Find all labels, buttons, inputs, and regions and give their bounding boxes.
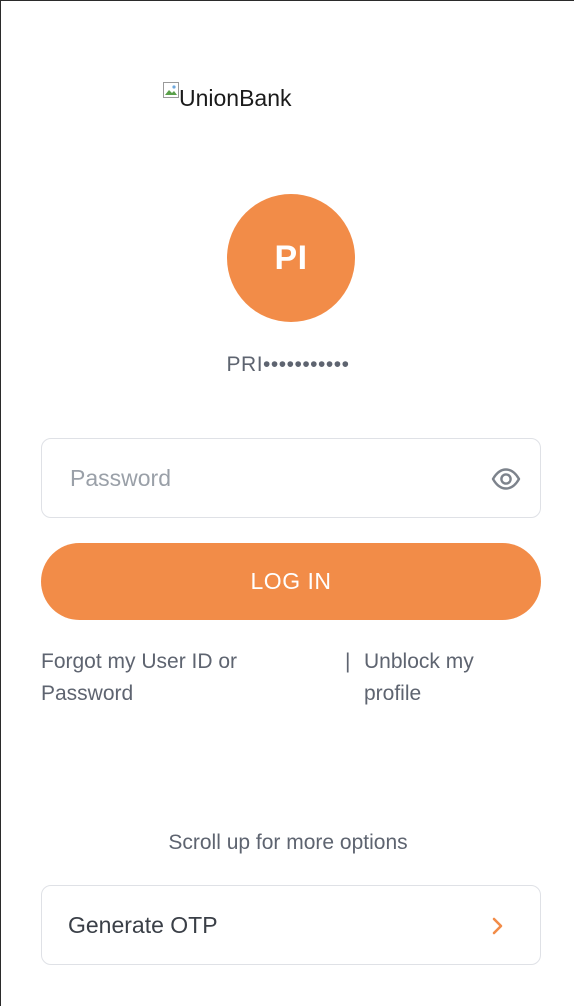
eye-icon[interactable] — [490, 463, 522, 495]
generate-otp-button[interactable]: Generate OTP — [41, 885, 541, 965]
chevron-right-icon — [492, 917, 503, 935]
forgot-user-id-password-link[interactable]: Forgot my User ID or Password — [41, 646, 301, 710]
password-field[interactable] — [41, 438, 541, 518]
link-separator: | — [345, 650, 351, 673]
logo-alt-text: UnionBank — [179, 85, 292, 111]
login-screen: UnionBank PI PRI••••••••••• LOG IN Forgo… — [0, 0, 574, 1006]
masked-user-id: PRI••••••••••• — [226, 353, 350, 376]
avatar-initials: PI — [274, 238, 308, 277]
unblock-profile-link[interactable]: Unblock my profile — [364, 646, 524, 710]
unionbank-logo: UnionBank — [163, 81, 292, 111]
scroll-hint: Scroll up for more options — [168, 831, 408, 854]
password-input[interactable] — [68, 463, 472, 493]
generate-otp-label: Generate OTP — [68, 911, 218, 938]
login-button[interactable]: LOG IN — [41, 543, 541, 620]
avatar: PI — [227, 194, 355, 322]
broken-image-icon — [163, 82, 179, 98]
